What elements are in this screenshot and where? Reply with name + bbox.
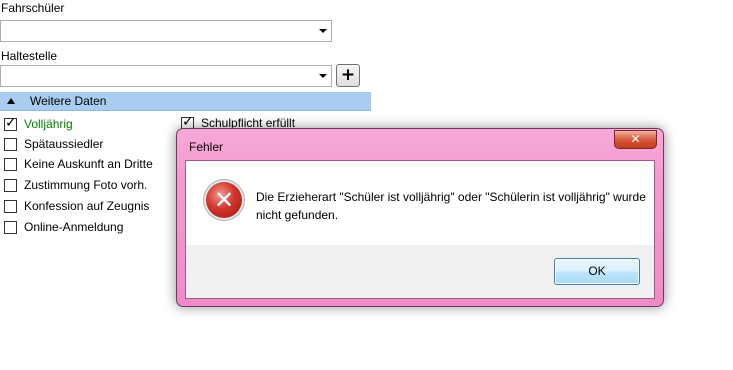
chevron-down-icon[interactable]: [319, 29, 327, 33]
fahrschueler-combobox[interactable]: [0, 20, 332, 42]
checkbox-box[interactable]: [4, 179, 17, 192]
checkbox-box[interactable]: [4, 138, 17, 151]
checkbox-label: Zustimmung Foto vorh.: [24, 178, 148, 192]
ok-button[interactable]: OK: [554, 258, 640, 285]
fahrschueler-label: Fahrschüler: [1, 1, 65, 15]
checkbox-label: Keine Auskunft an Dritte: [24, 157, 153, 171]
error-message: Die Erzieherart "Schüler ist volljährig"…: [256, 190, 646, 222]
error-dialog: Fehler ✕ ✕ Die Erzieherart "Schüler ist …: [176, 128, 664, 307]
checkbox-label: Spätaussiedler: [24, 137, 104, 151]
checkbox-label: Online-Anmeldung: [24, 220, 124, 234]
add-haltestelle-button[interactable]: +: [336, 64, 360, 87]
chevron-down-icon[interactable]: [319, 74, 327, 78]
checkbox-label: Volljährig: [24, 117, 73, 131]
section-weitere-daten[interactable]: Weitere Daten: [0, 92, 371, 111]
checkbox-label: Konfession auf Zeugnis: [24, 199, 150, 213]
dialog-body: ✕ Die Erzieherart "Schüler ist volljähri…: [185, 160, 655, 299]
section-title: Weitere Daten: [30, 94, 107, 108]
message-area: ✕ Die Erzieherart "Schüler ist volljähri…: [186, 161, 654, 245]
checkbox-box[interactable]: [4, 158, 17, 171]
close-button[interactable]: ✕: [614, 130, 657, 149]
checkmark-icon: ✓: [5, 115, 17, 131]
error-icon: ✕: [206, 182, 242, 218]
dialog-title: Fehler: [189, 140, 224, 154]
haltestelle-combobox[interactable]: [0, 65, 332, 87]
checkbox-box[interactable]: [4, 221, 17, 234]
checkbox-box[interactable]: [4, 200, 17, 213]
collapse-arrow-icon[interactable]: [7, 98, 15, 104]
checkbox-box[interactable]: ✓: [4, 115, 17, 131]
haltestelle-label: Haltestelle: [1, 49, 58, 63]
error-x-glyph: ✕: [213, 186, 235, 214]
